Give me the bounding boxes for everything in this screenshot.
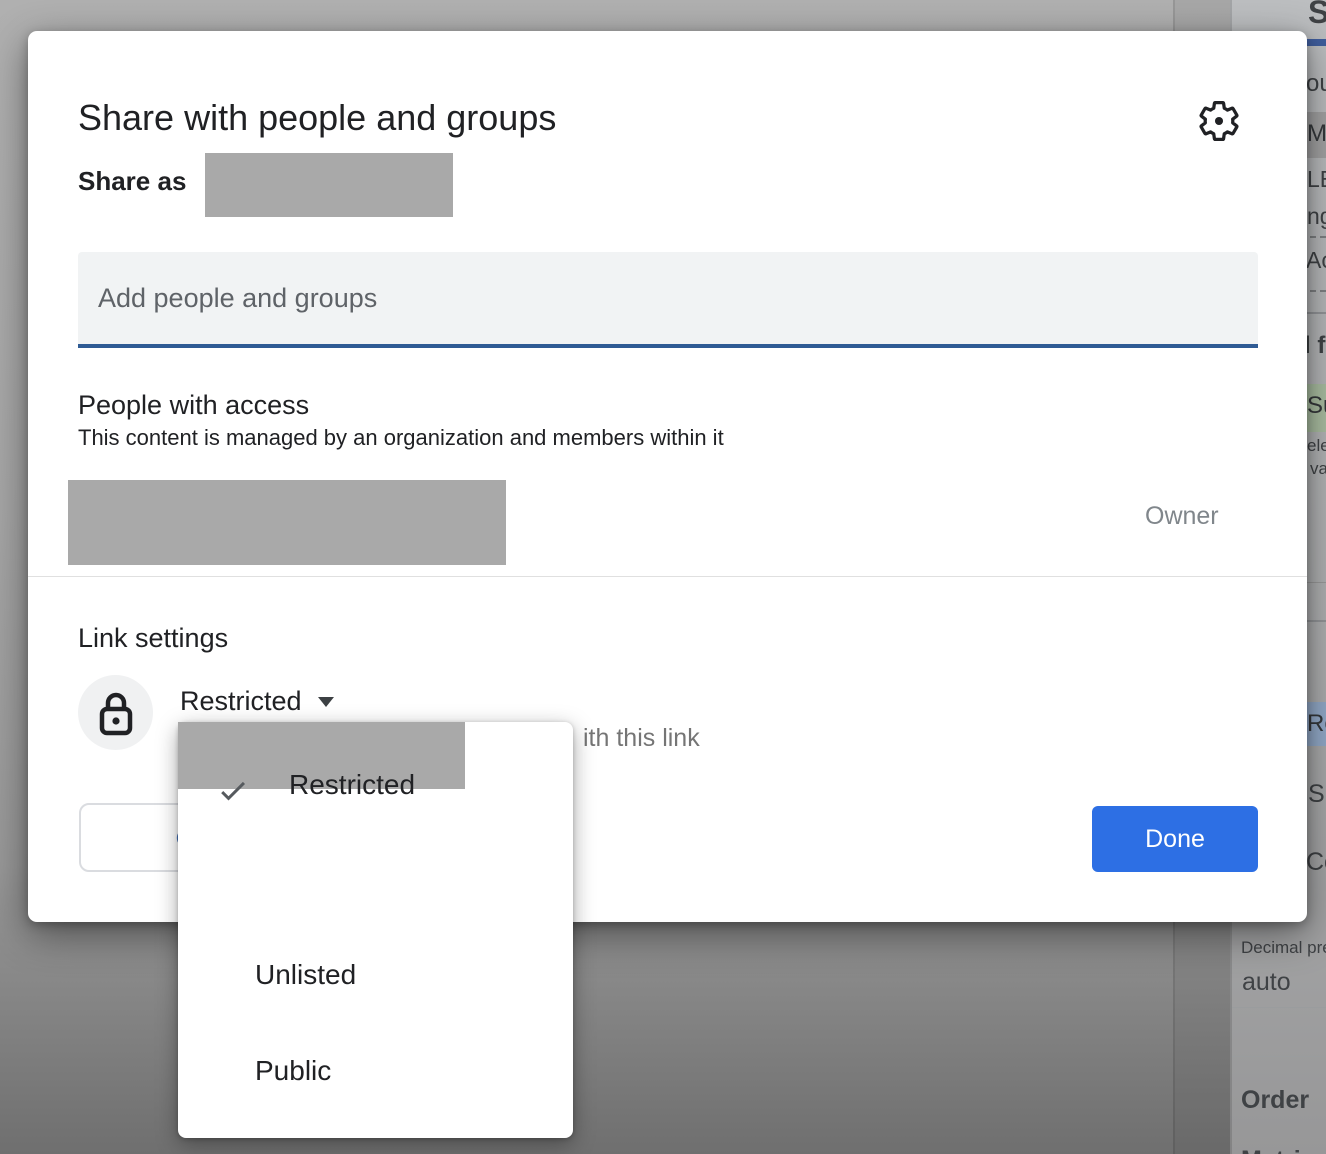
- dialog-title: Share with people and groups: [78, 97, 556, 139]
- done-button[interactable]: Done: [1092, 806, 1258, 872]
- panel-tab-fragment: S: [1308, 0, 1326, 31]
- link-access-helper-text: ith this link: [583, 724, 700, 753]
- panel-fragment-co: Co: [1306, 848, 1326, 877]
- link-access-dropdown: Restricted Unlisted Public: [178, 722, 573, 1138]
- panel-fragment-lf: l f: [1304, 332, 1325, 360]
- panel-divider: [1232, 1007, 1326, 1008]
- caret-down-icon: [318, 697, 334, 707]
- panel-fragment-ac: Ac: [1306, 247, 1326, 274]
- section-divider: [28, 576, 1307, 577]
- gear-icon: [1196, 98, 1242, 144]
- link-access-avatar: [78, 675, 153, 750]
- order-section-label: Order: [1241, 1086, 1309, 1115]
- panel-chip-su-label: Su: [1307, 392, 1326, 420]
- panel-chip-my-label: My: [1307, 120, 1326, 148]
- panel-fragment-le: LE: [1307, 166, 1326, 193]
- metric-partial-label: Metric: [1241, 1146, 1315, 1154]
- screen: S ou My LE ng Ac l f Su ele va Re Sh Co …: [0, 0, 1326, 1154]
- panel-fragment-ou: ou: [1306, 70, 1326, 98]
- decimal-precision-label: Decimal pre: [1241, 938, 1326, 958]
- link-access-selected-value: Restricted: [180, 686, 302, 717]
- panel-chip-re-label: Re: [1307, 710, 1326, 738]
- check-icon: [215, 772, 251, 808]
- share-settings-button[interactable]: [1195, 97, 1243, 145]
- dropdown-option-restricted[interactable]: Restricted: [289, 769, 415, 801]
- lock-icon: [96, 690, 136, 736]
- panel-fragment-sh: Sh: [1308, 780, 1326, 809]
- redacted-share-as-value: [205, 153, 453, 217]
- share-as-label: Share as: [78, 166, 186, 197]
- link-access-selector[interactable]: Restricted: [180, 686, 334, 717]
- panel-fragment-ng: ng: [1307, 203, 1326, 230]
- panel-fragment-va: va: [1310, 459, 1326, 479]
- owner-role-label: Owner: [1145, 502, 1219, 531]
- add-people-input[interactable]: [78, 252, 1258, 348]
- dropdown-option-public[interactable]: Public: [255, 1055, 331, 1087]
- people-with-access-heading: People with access: [78, 390, 309, 421]
- panel-divider: [1232, 1056, 1326, 1057]
- panel-fragment-ele: ele: [1307, 436, 1326, 456]
- link-settings-heading: Link settings: [78, 623, 228, 654]
- dropdown-option-unlisted[interactable]: Unlisted: [255, 959, 356, 991]
- decimal-precision-value: auto: [1242, 968, 1291, 997]
- redacted-owner-identity: [68, 480, 506, 565]
- people-with-access-subtitle: This content is managed by an organizati…: [78, 425, 724, 451]
